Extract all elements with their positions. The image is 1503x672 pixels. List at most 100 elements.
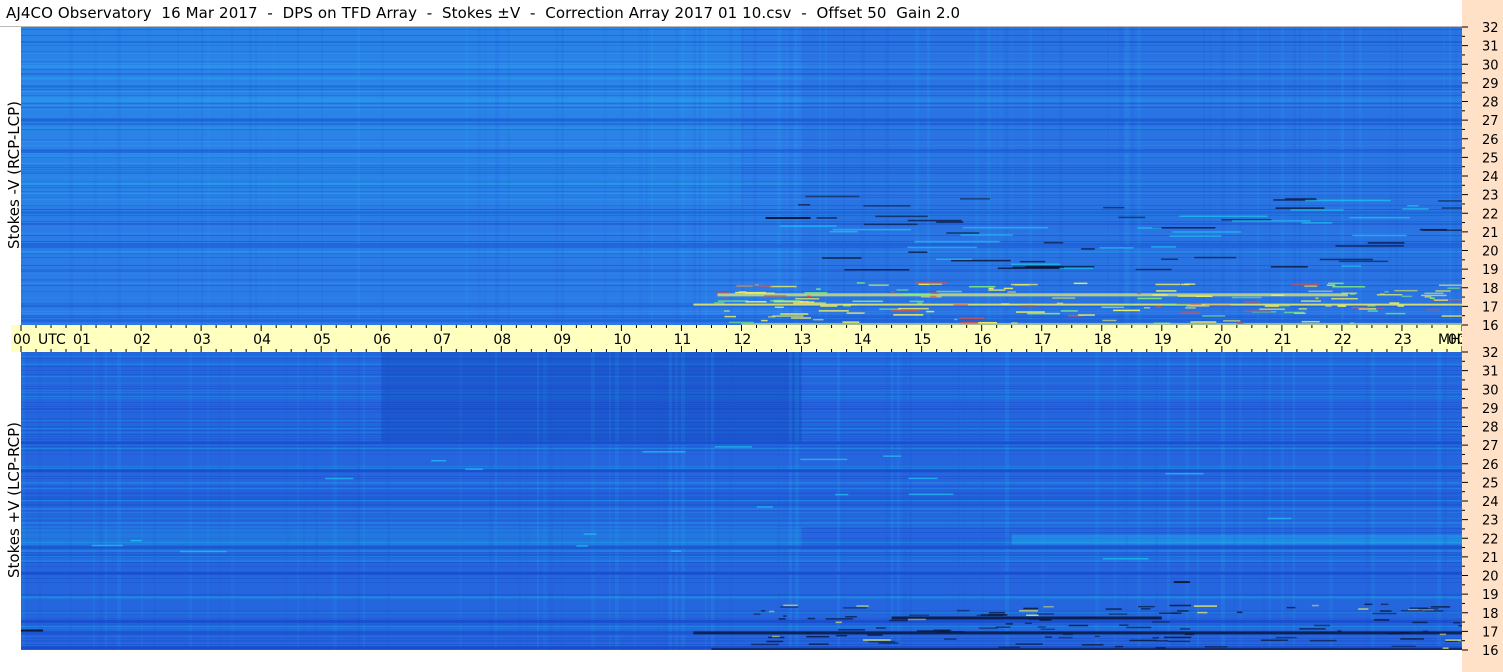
burst-fragment: [780, 606, 799, 608]
time-texture: [303, 352, 305, 650]
mhz-tick-label: 22: [1482, 532, 1499, 547]
bright-interference: [756, 506, 773, 508]
burst-fragment: [1177, 295, 1201, 297]
utc-tick-label: 21: [1274, 332, 1292, 348]
bright-interference: [1341, 265, 1362, 267]
bright-interference: [670, 550, 682, 552]
time-texture: [903, 352, 907, 650]
bright-interference: [829, 230, 858, 233]
time-texture: [561, 352, 563, 650]
time-texture: [1353, 27, 1355, 325]
burst-fragment: [1424, 610, 1444, 612]
time-texture: [561, 27, 564, 325]
burst-line: [693, 303, 1462, 306]
frequency-band: [21, 571, 1462, 575]
burst-fragment: [1341, 292, 1358, 294]
burst-fragment: [889, 619, 908, 622]
frequency-streak: [21, 628, 1462, 629]
mhz-tick-label: 31: [1482, 40, 1499, 55]
frequency-streak: [21, 598, 1462, 599]
burst-fragment: [1332, 286, 1366, 288]
burst-fragment: [770, 300, 800, 302]
frequency-streak: [21, 476, 1462, 477]
dark-interference: [959, 198, 991, 200]
burst-fragment: [1020, 305, 1037, 307]
time-texture: [951, 352, 953, 650]
frequency-streak: [21, 558, 1462, 560]
burst-fragment: [896, 289, 909, 291]
time-texture: [615, 352, 619, 650]
time-texture: [1269, 352, 1271, 650]
burst-fragment: [790, 317, 812, 319]
burst-fragment: [825, 618, 853, 620]
utc-tick-label: 08: [493, 332, 511, 348]
time-texture: [1323, 27, 1327, 325]
spectrogram-panel-stokes-plus-v: [21, 352, 1462, 650]
time-texture: [1107, 27, 1109, 325]
burst-fragment: [954, 318, 958, 321]
dark-interference: [1270, 266, 1308, 268]
bright-interference: [883, 455, 902, 457]
frequency-streak: [21, 504, 1462, 506]
dark-interference: [765, 216, 811, 219]
frequency-streak: [21, 594, 1462, 596]
burst-fragment: [1291, 283, 1320, 286]
burst-fragment: [807, 295, 811, 298]
time-texture: [1305, 27, 1307, 325]
burst-fragment: [1164, 636, 1192, 639]
burst-fragment: [862, 639, 891, 641]
burst-line: [711, 648, 1462, 650]
burst-fragment: [1007, 291, 1016, 293]
burst-fragment: [1438, 284, 1462, 286]
burst-fragment: [1422, 630, 1429, 633]
time-texture: [201, 27, 203, 325]
burst-fragment: [1114, 645, 1124, 648]
bright-interference: [1349, 216, 1411, 219]
time-texture: [1233, 27, 1236, 325]
mhz-tick-label: 24: [1482, 495, 1499, 510]
burst-fragment: [1400, 638, 1424, 640]
time-texture: [285, 352, 289, 650]
utc-time-axis-svg: 00 01 02 03 04 05 06 07 08 09 10 11 12 13 14 15 16 17 18 19…: [13, 325, 1462, 352]
bright-interference: [1059, 267, 1093, 270]
time-texture: [195, 27, 197, 325]
dark-interference: [1043, 241, 1064, 244]
mhz-tick-label: 18: [1482, 282, 1499, 297]
dark-interference: [816, 217, 837, 219]
burst-fragment: [1024, 622, 1033, 624]
mhz-tick-label: 17: [1482, 300, 1499, 315]
time-texture: [1263, 352, 1266, 650]
mhz-tick-label: 19: [1482, 263, 1499, 278]
bright-interference: [583, 533, 597, 535]
burst-fragment: [818, 310, 849, 312]
frequency-streak: [21, 644, 1462, 645]
burst-fragment: [1019, 610, 1038, 612]
time-texture: [495, 27, 499, 325]
time-texture: [1005, 352, 1009, 650]
burst-fragment: [1442, 647, 1449, 649]
time-texture: [837, 352, 840, 650]
burst-fragment: [1367, 305, 1376, 307]
frequency-axis-bottom: 32 31 30 29 28 27 26 25 24 23 22 21 20 19 18 17 16: [1462, 340, 1503, 672]
dark-interference: [875, 215, 928, 218]
time-texture: [1011, 27, 1014, 325]
bright-interference: [465, 468, 483, 470]
dark-interference: [1419, 228, 1447, 231]
utc-time-axis: 00 01 02 03 04 05 06 07 08 09 10 11 12 13 14 15 16 17 18 19…: [11, 325, 1462, 352]
time-texture: [1029, 27, 1032, 325]
burst-fragment: [1058, 636, 1073, 639]
time-texture: [657, 352, 661, 650]
time-texture: [1401, 27, 1403, 325]
time-texture: [825, 27, 827, 325]
time-texture: [645, 27, 648, 325]
burst-fragment: [1101, 306, 1124, 309]
burst-fragment: [1152, 637, 1160, 639]
burst-fragment: [1445, 639, 1462, 641]
burst-fragment: [1152, 621, 1170, 623]
time-texture: [519, 352, 521, 650]
utc-tick-label: 14: [854, 332, 872, 348]
time-texture: [789, 27, 793, 325]
burst-fragment: [1309, 639, 1337, 642]
time-texture: [141, 352, 143, 650]
burst-fragment: [1350, 322, 1355, 325]
